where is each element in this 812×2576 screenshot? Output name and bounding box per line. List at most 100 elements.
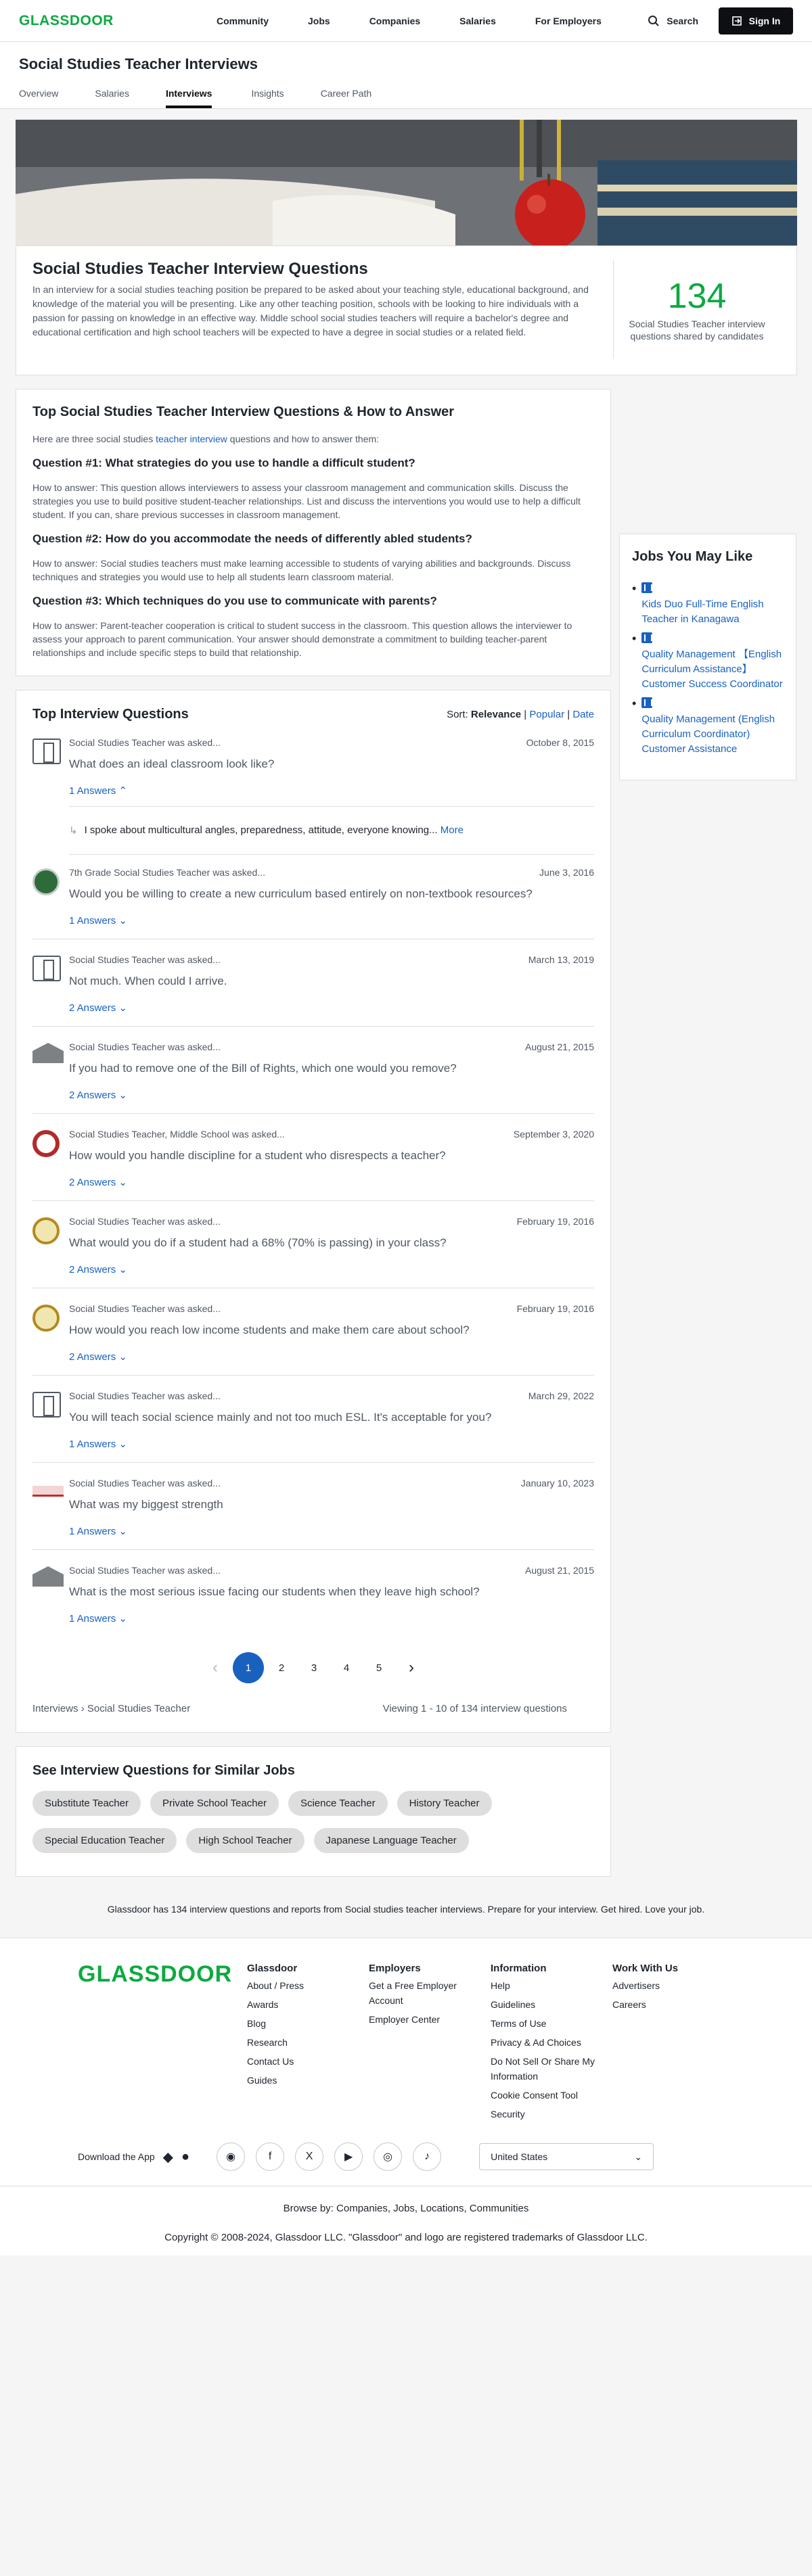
- next-page-button[interactable]: ›: [395, 1652, 428, 1684]
- tiktok-icon[interactable]: ♪: [413, 2142, 442, 2171]
- page-5[interactable]: 5: [363, 1652, 395, 1684]
- company-placeholder-icon: [32, 956, 61, 981]
- x-twitter-icon[interactable]: X: [295, 2142, 324, 2171]
- question-text[interactable]: You will teach social science mainly and…: [69, 1411, 594, 1424]
- chip-high-school-teacher[interactable]: High School Teacher: [186, 1828, 304, 1853]
- android-icon[interactable]: ◆: [163, 2149, 173, 2165]
- footer-link[interactable]: Advertisers: [612, 1976, 734, 1995]
- footer-link[interactable]: Guides: [247, 2071, 369, 2090]
- answers-toggle[interactable]: 2 Answers ⌄: [69, 1351, 594, 1363]
- nav-community[interactable]: Community: [217, 16, 269, 26]
- sign-in-button[interactable]: Sign In: [719, 7, 793, 34]
- copyright: Copyright © 2008-2024, Glassdoor LLC. "G…: [164, 2232, 648, 2243]
- job-item[interactable]: • Quality Management (English Curriculum…: [632, 697, 784, 757]
- answers-toggle[interactable]: 1 Answers ⌃: [69, 784, 594, 797]
- glassdoor-community-icon[interactable]: ◉: [217, 2142, 246, 2171]
- chip-history-teacher[interactable]: History Teacher: [397, 1791, 492, 1816]
- footer-link[interactable]: Help: [491, 1976, 612, 1995]
- classroom-apple-illustration: [16, 120, 797, 245]
- question-text[interactable]: What is the most serious issue facing ou…: [69, 1585, 594, 1599]
- chip-science-teacher[interactable]: Science Teacher: [288, 1791, 388, 1816]
- chip-special-education-teacher[interactable]: Special Education Teacher: [32, 1828, 177, 1853]
- question-text[interactable]: What does an ideal classroom look like?: [69, 757, 594, 771]
- footer-link[interactable]: Privacy & Ad Choices: [491, 2033, 612, 2052]
- question-text[interactable]: How would you handle discipline for a st…: [69, 1149, 594, 1163]
- apple-icon[interactable]: ●: [181, 2149, 189, 2165]
- tab-insights[interactable]: Insights: [251, 83, 284, 108]
- teacher-interview-link[interactable]: teacher interview: [156, 434, 227, 444]
- chip-substitute-teacher[interactable]: Substitute Teacher: [32, 1791, 141, 1816]
- footer-link[interactable]: Security: [491, 2105, 612, 2124]
- footer-link[interactable]: Research: [247, 2033, 369, 2052]
- question-text[interactable]: What would you do if a student had a 68%…: [69, 1236, 594, 1250]
- job-item[interactable]: • Kids Duo Full-Time English Teacher in …: [632, 582, 784, 627]
- download-app-label: Download the App: [78, 2151, 155, 2162]
- sort-relevance[interactable]: Relevance: [471, 709, 521, 720]
- instagram-icon[interactable]: ◎: [374, 2142, 403, 2171]
- facebook-icon[interactable]: f: [256, 2142, 285, 2171]
- answers-toggle[interactable]: 1 Answers ⌄: [69, 1438, 594, 1450]
- nav-salaries[interactable]: Salaries: [459, 16, 496, 26]
- glassdoor-logo[interactable]: GLASSDOOR: [19, 13, 202, 29]
- company-icon-wrapper: [32, 1478, 69, 1537]
- footer-link[interactable]: About / Press: [247, 1976, 369, 1995]
- tab-overview[interactable]: Overview: [19, 83, 58, 108]
- question-body: Social Studies Teacher, Middle School wa…: [69, 1129, 594, 1188]
- footer-link[interactable]: Employer Center: [369, 2010, 491, 2029]
- footer-col-glassdoor: Glassdoor About / Press Awards Blog Rese…: [247, 1961, 369, 2124]
- answers-toggle[interactable]: 2 Answers ⌄: [69, 1176, 594, 1188]
- answers-toggle[interactable]: 1 Answers ⌄: [69, 1612, 594, 1624]
- job-title[interactable]: Kids Duo Full-Time English Teacher in Ka…: [641, 597, 784, 627]
- tab-career-path[interactable]: Career Path: [321, 83, 371, 108]
- youtube-icon[interactable]: ▶: [334, 2142, 363, 2171]
- breadcrumb-interviews[interactable]: Interviews: [32, 1703, 78, 1714]
- more-link[interactable]: More: [441, 824, 464, 836]
- footer-link[interactable]: Blog: [247, 2014, 369, 2033]
- footer-link[interactable]: Cookie Consent Tool: [491, 2086, 612, 2105]
- nav-jobs[interactable]: Jobs: [308, 16, 330, 26]
- chip-japanese-language-teacher[interactable]: Japanese Language Teacher: [313, 1828, 469, 1853]
- answers-toggle[interactable]: 1 Answers ⌄: [69, 914, 594, 927]
- page-1[interactable]: 1: [233, 1652, 264, 1683]
- question-text[interactable]: Would you be willing to create a new cur…: [69, 887, 594, 901]
- job-title[interactable]: Quality Management (English Curriculum C…: [641, 712, 784, 757]
- sort-popular[interactable]: Popular: [529, 709, 564, 720]
- prev-page-button[interactable]: ‹: [199, 1652, 231, 1684]
- page-3[interactable]: 3: [298, 1652, 330, 1684]
- chip-private-school-teacher[interactable]: Private School Teacher: [150, 1791, 279, 1816]
- footer-link[interactable]: Terms of Use: [491, 2014, 612, 2033]
- page-2[interactable]: 2: [265, 1652, 298, 1684]
- answers-toggle[interactable]: 2 Answers ⌄: [69, 1089, 594, 1101]
- question-text[interactable]: What was my biggest strength: [69, 1498, 594, 1512]
- browse-links[interactable]: Companies, Jobs, Locations, Communities: [336, 2203, 528, 2214]
- question-text[interactable]: Not much. When could I arrive.: [69, 975, 594, 988]
- job-item[interactable]: • Quality Management 【English Curriculum…: [632, 632, 784, 692]
- question-meta: Social Studies Teacher was asked... March…: [69, 954, 594, 965]
- footer-link[interactable]: Get a Free Employer Account: [369, 1976, 491, 2010]
- answers-toggle[interactable]: 2 Answers ⌄: [69, 1002, 594, 1014]
- school-logo-icon: [32, 1305, 60, 1332]
- tab-salaries[interactable]: Salaries: [95, 83, 129, 108]
- answers-count: 2 Answers: [69, 1264, 116, 1275]
- question-item: Social Studies Teacher was asked... Janua…: [32, 1478, 594, 1550]
- breadcrumb-role[interactable]: Social Studies Teacher: [87, 1703, 190, 1714]
- country-select[interactable]: United States ⌄: [479, 2143, 654, 2170]
- job-title[interactable]: Quality Management 【English Curriculum A…: [641, 647, 784, 692]
- nav-for-employers[interactable]: For Employers: [535, 16, 602, 26]
- question-text[interactable]: How would you reach low income students …: [69, 1324, 594, 1337]
- answers-toggle[interactable]: 2 Answers ⌄: [69, 1263, 594, 1275]
- page-4[interactable]: 4: [330, 1652, 363, 1684]
- footer-link[interactable]: Contact Us: [247, 2052, 369, 2071]
- footer-logo[interactable]: GLASSDOOR: [78, 1961, 247, 2124]
- question-text[interactable]: If you had to remove one of the Bill of …: [69, 1062, 594, 1075]
- footer-link[interactable]: Awards: [247, 1995, 369, 2014]
- footer-link[interactable]: Guidelines: [491, 1995, 612, 2014]
- search-button[interactable]: Search: [648, 15, 698, 27]
- answers-toggle[interactable]: 1 Answers ⌄: [69, 1525, 594, 1537]
- question-date: September 3, 2020: [513, 1129, 594, 1140]
- tab-interviews[interactable]: Interviews: [165, 83, 212, 108]
- footer-link[interactable]: Do Not Sell Or Share My Information: [491, 2052, 612, 2086]
- footer-link[interactable]: Careers: [612, 1995, 734, 2014]
- sort-date[interactable]: Date: [572, 709, 594, 720]
- nav-companies[interactable]: Companies: [369, 16, 420, 26]
